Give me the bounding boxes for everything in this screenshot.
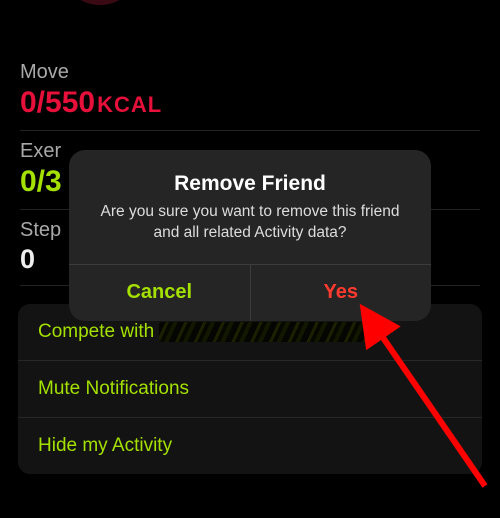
dialog-message: Are you sure you want to remove this fri… [89, 202, 411, 244]
option-compete-label: Compete with [38, 321, 159, 342]
metric-label-move: Move [20, 61, 480, 84]
friend-options-list: Compete with Mute Notifications Hide my … [18, 304, 482, 474]
cancel-button[interactable]: Cancel [69, 265, 251, 321]
metric-value-move: 0/550 KCAL [20, 86, 480, 120]
exercise-value: 0/3 [20, 165, 62, 199]
steps-value: 0 [20, 244, 35, 275]
move-unit: KCAL [97, 92, 162, 118]
yes-button[interactable]: Yes [251, 265, 432, 321]
option-mute-notifications[interactable]: Mute Notifications [18, 361, 482, 418]
remove-friend-dialog: Remove Friend Are you sure you want to r… [69, 150, 431, 321]
dialog-title: Remove Friend [89, 172, 411, 196]
move-value: 0/550 [20, 86, 95, 120]
option-hide-activity[interactable]: Hide my Activity [18, 418, 482, 474]
dialog-buttons: Cancel Yes [69, 264, 431, 321]
dialog-body: Remove Friend Are you sure you want to r… [69, 150, 431, 264]
metric-move: Move 0/550 KCAL [20, 52, 480, 131]
redacted-name [159, 322, 379, 342]
activity-rings-fragment [60, 0, 160, 15]
